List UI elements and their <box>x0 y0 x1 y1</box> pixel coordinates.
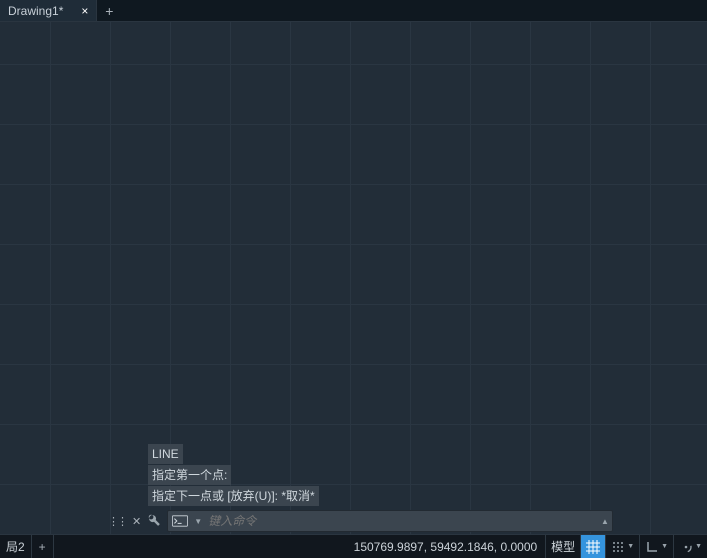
chevron-down-icon[interactable]: ▼ <box>192 517 204 526</box>
customize-icon[interactable] <box>147 513 161 530</box>
chevron-down-icon[interactable]: ▼ <box>627 543 634 550</box>
polar-toggle-button[interactable]: ▼ <box>673 535 707 558</box>
cursor-coordinates: 150769.9897, 59492.1846, 0.0000 <box>346 540 546 554</box>
layout-tab-label: 局2 <box>6 538 25 555</box>
polar-icon <box>679 540 693 554</box>
command-input[interactable] <box>204 514 598 528</box>
chevron-down-icon[interactable]: ▼ <box>661 543 668 550</box>
tab-label: Drawing1* <box>8 4 63 18</box>
command-input-wrap: ▼ ▲ <box>167 510 613 532</box>
grid-toggle-button[interactable] <box>580 535 605 558</box>
close-icon[interactable]: ✕ <box>132 515 141 528</box>
close-icon[interactable]: × <box>81 4 88 18</box>
chevron-down-icon[interactable]: ▼ <box>695 543 702 550</box>
new-tab-button[interactable]: + <box>97 0 121 21</box>
model-label: 模型 <box>551 538 575 555</box>
add-layout-button[interactable]: + <box>32 535 54 558</box>
snap-icon <box>611 540 625 554</box>
drawing-canvas[interactable] <box>0 22 707 534</box>
grid-icon <box>586 540 600 554</box>
document-tabbar: Drawing1* × + <box>0 0 707 22</box>
drag-handle-icon[interactable]: ⋮⋮ <box>108 515 126 528</box>
command-prompt-icon[interactable] <box>168 511 192 531</box>
command-history: LINE 指定第一个点: 指定下一点或 [放弃(U)]: *取消* <box>148 444 319 506</box>
cmd-history-line: LINE <box>148 444 183 464</box>
command-line-row: ⋮⋮ ✕ ▼ ▲ <box>108 510 613 532</box>
snap-toggle-button[interactable]: ▼ <box>605 535 639 558</box>
ortho-icon <box>645 540 659 554</box>
document-tab-active[interactable]: Drawing1* × <box>0 0 97 21</box>
model-space-button[interactable]: 模型 <box>545 535 580 558</box>
layout-tab[interactable]: 局2 <box>0 535 32 558</box>
ortho-toggle-button[interactable]: ▼ <box>639 535 673 558</box>
status-bar: 局2 + 150769.9897, 59492.1846, 0.0000 模型 … <box>0 534 707 558</box>
cmd-history-line: 指定第一个点: <box>148 465 231 485</box>
cmd-history-line: 指定下一点或 [放弃(U)]: *取消* <box>148 486 319 506</box>
chevron-up-icon[interactable]: ▲ <box>598 517 612 526</box>
